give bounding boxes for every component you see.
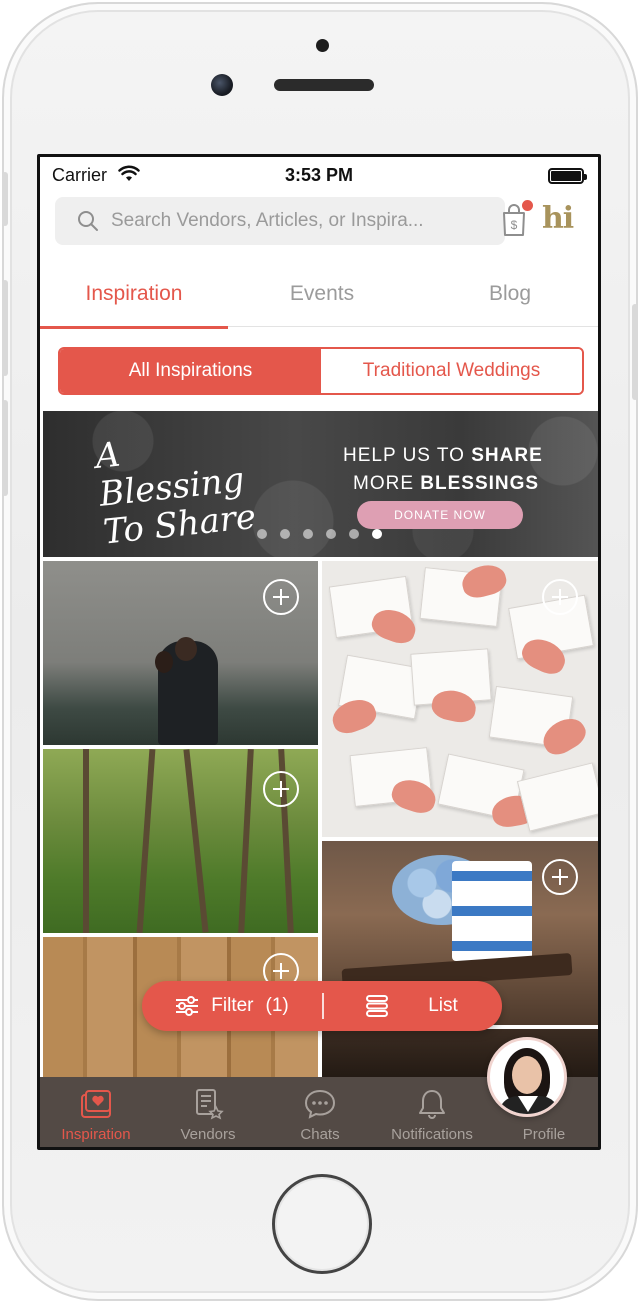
app-screen: Carrier 3:53 PM Search Vendors, Articles… (37, 154, 601, 1150)
carousel-dot[interactable] (326, 529, 336, 539)
segment-traditional-weddings[interactable]: Traditional Weddings (321, 349, 582, 393)
nav-label: Inspiration (61, 1126, 131, 1143)
banner-headline-1: HELP US TO SHARE (343, 445, 543, 467)
promo-banner[interactable]: A Blessing To Share HELP US TO SHARE MOR… (43, 411, 598, 557)
filter-list-bar: Filter (1) List (142, 981, 502, 1031)
add-to-board-icon[interactable] (263, 579, 299, 615)
top-tabs: Inspiration Events Blog (40, 261, 598, 329)
donate-now-button[interactable]: DONATE NOW (357, 501, 523, 529)
carousel-dot[interactable] (280, 529, 290, 539)
bell-icon (419, 1090, 445, 1119)
assistant-avatar[interactable] (487, 1037, 567, 1117)
nav-inspiration[interactable]: Inspiration (40, 1077, 152, 1147)
add-to-board-icon[interactable] (542, 579, 578, 615)
tab-blog[interactable]: Blog (416, 261, 598, 327)
proximity-sensor (316, 39, 329, 52)
bride-head (155, 651, 173, 673)
cake-pop-tower (452, 861, 532, 961)
add-to-board-icon[interactable] (542, 859, 578, 895)
sliders-icon (176, 996, 199, 1016)
banner-line1-bold: SHARE (471, 445, 543, 466)
earpiece-speaker (274, 79, 374, 91)
nav-chats[interactable]: Chats (264, 1077, 376, 1147)
segment-all-inspirations[interactable]: All Inspirations (60, 349, 321, 393)
tree-trunk (238, 749, 254, 933)
mute-switch (2, 172, 8, 226)
inspiration-icon (81, 1090, 111, 1118)
status-time: 3:53 PM (284, 165, 354, 185)
inspiration-segment-control: All Inspirations Traditional Weddings (58, 347, 584, 395)
chats-icon (304, 1089, 336, 1119)
filter-label: Filter (211, 995, 254, 1016)
tree-trunk (136, 749, 156, 933)
nav-label: Profile (522, 1126, 566, 1143)
place-card (516, 762, 598, 832)
volume-up-button (2, 280, 8, 376)
carousel-dot[interactable] (349, 529, 359, 539)
svg-text:$: $ (511, 218, 518, 232)
carousel-dot[interactable] (303, 529, 313, 539)
nav-vendors[interactable]: Vendors (152, 1077, 264, 1147)
tab-inspiration[interactable]: Inspiration (40, 261, 228, 327)
notification-badge (520, 198, 535, 213)
nav-notifications[interactable]: Notifications (376, 1077, 488, 1147)
filter-button[interactable]: Filter (1) (142, 981, 322, 1031)
nav-label: Notifications (391, 1126, 473, 1143)
carousel-dots (257, 529, 382, 539)
search-placeholder: Search Vendors, Articles, or Inspira... (111, 210, 424, 231)
tab-events[interactable]: Events (228, 261, 416, 327)
battery-icon (548, 168, 587, 184)
carousel-dot[interactable] (372, 529, 382, 539)
status-bar: Carrier 3:53 PM (40, 157, 598, 195)
add-to-board-icon[interactable] (263, 771, 299, 807)
photo-tile-couple[interactable] (43, 561, 318, 745)
photo-tile-place-cards[interactable] (322, 561, 598, 837)
list-view-button[interactable]: List (322, 981, 502, 1031)
tree-trunk (83, 749, 89, 933)
banner-script-title: A Blessing To Share (93, 434, 258, 553)
active-tab-indicator (40, 326, 228, 329)
banner-line1-prefix: HELP US TO (343, 445, 472, 466)
avatar-face (512, 1056, 542, 1094)
search-icon (78, 211, 98, 231)
carousel-dot[interactable] (257, 529, 267, 539)
groom-head (175, 637, 197, 661)
nav-label: Vendors (180, 1126, 236, 1143)
home-button[interactable] (272, 1174, 372, 1274)
list-label: List (428, 995, 458, 1016)
banner-line2-bold: BLESSINGS (420, 473, 540, 494)
front-camera (211, 74, 233, 96)
search-input[interactable]: Search Vendors, Articles, or Inspira... (55, 197, 505, 245)
power-button (632, 304, 638, 400)
volume-down-button (2, 400, 8, 496)
tree-trunk (183, 749, 209, 933)
filter-count: (1) (265, 995, 289, 1016)
app-logo[interactable]: hi (542, 201, 574, 236)
nav-label: Chats (300, 1126, 340, 1143)
banner-line2-prefix: MORE (353, 473, 421, 494)
vendors-icon (196, 1089, 224, 1120)
banner-headline-2: MORE BLESSINGS (353, 473, 539, 495)
list-icon (366, 995, 389, 1017)
photo-tile-forest[interactable] (43, 749, 318, 933)
